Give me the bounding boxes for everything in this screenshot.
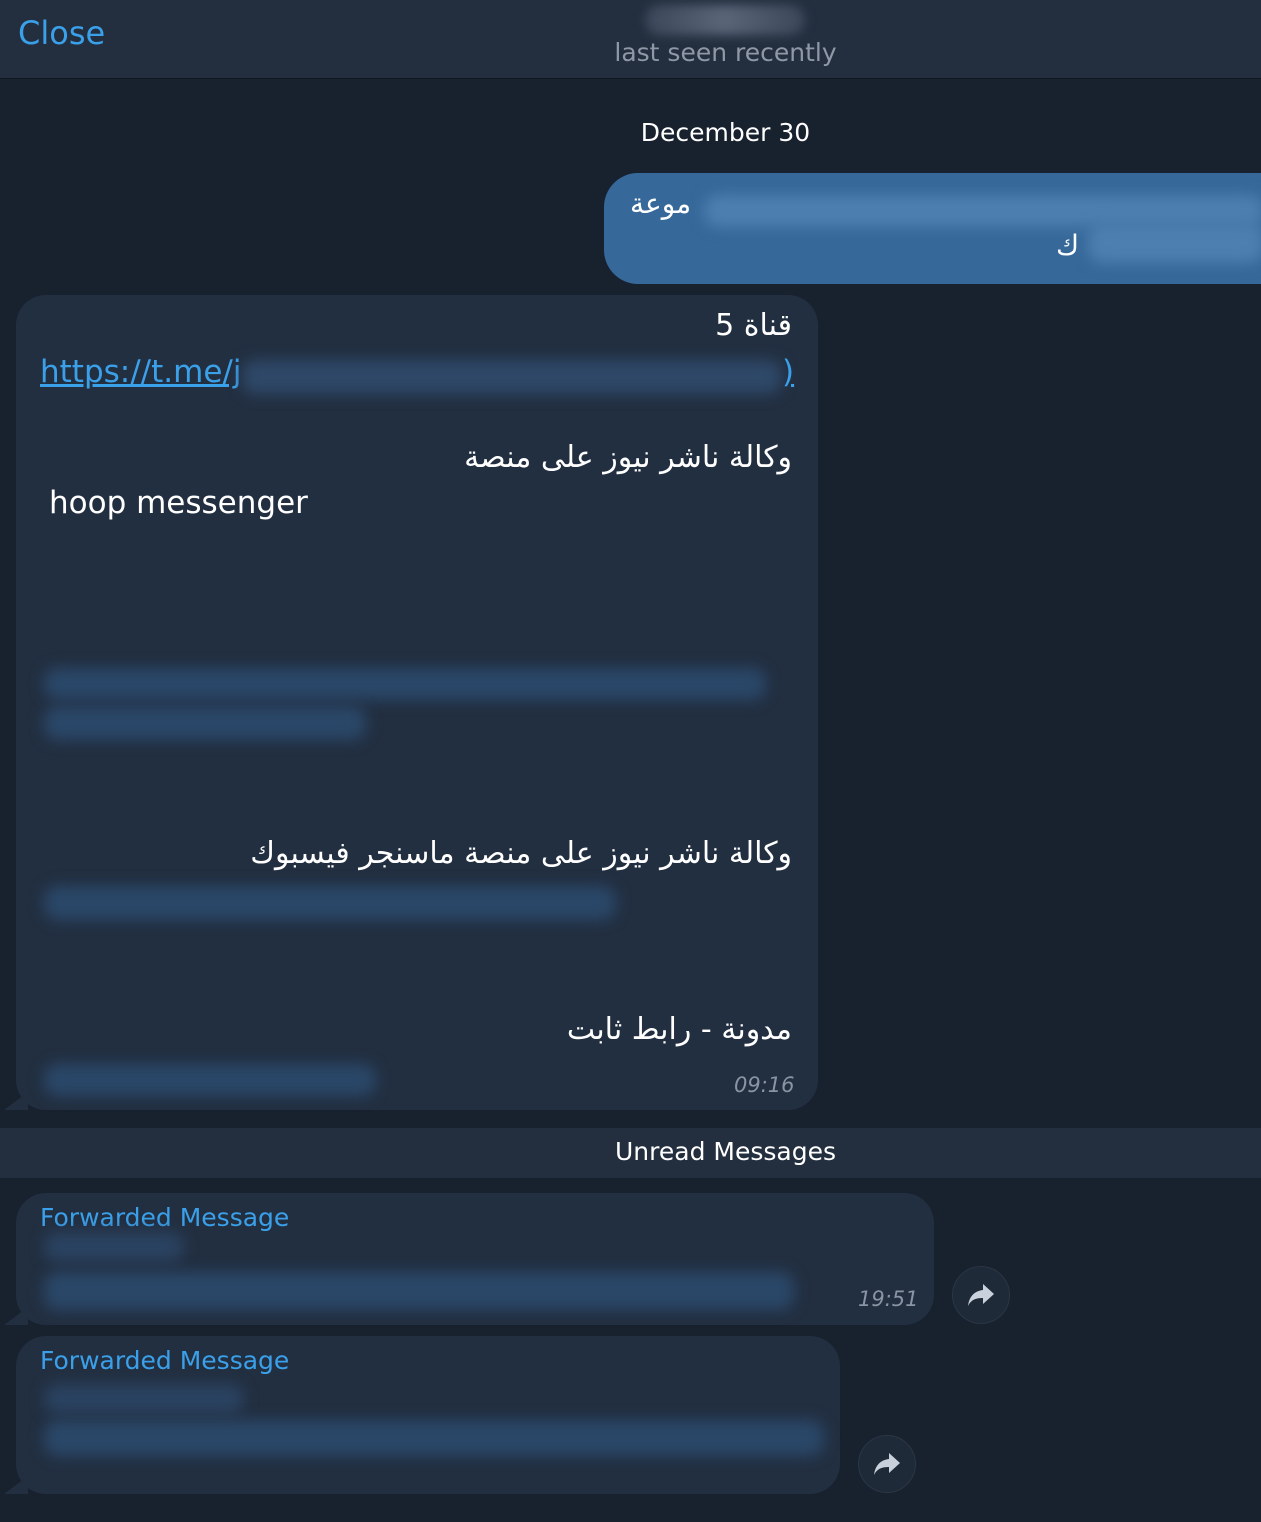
channel-title: قناة 5 <box>715 308 792 343</box>
message-time: 19:51 <box>858 1287 919 1311</box>
share-button[interactable] <box>858 1435 916 1493</box>
message-line: hoop messenger <box>49 485 308 521</box>
message-time: 09:16 <box>734 1073 795 1097</box>
outgoing-message-text: موعة <box>630 187 692 220</box>
redacted-text <box>44 1272 794 1310</box>
channel-link-end[interactable]: ) <box>782 354 794 390</box>
message-line: وكالة ناشر نيوز على منصة <box>464 440 792 475</box>
unread-label: Unread Messages <box>615 1137 836 1166</box>
forwarded-label[interactable]: Forwarded Message <box>40 1203 289 1232</box>
contact-name-redacted[interactable] <box>645 5 805 35</box>
redacted-link <box>44 706 366 740</box>
contact-status: last seen recently <box>614 38 837 67</box>
redacted-text <box>44 1420 824 1456</box>
incoming-message-bubble[interactable] <box>16 295 818 1110</box>
redacted-text <box>44 1384 244 1414</box>
outgoing-message-bubble[interactable]: موعة ك <box>604 173 1261 284</box>
date-separator: December 30 <box>640 118 811 147</box>
forward-arrow-icon <box>874 1453 900 1475</box>
forwarded-label[interactable]: Forwarded Message <box>40 1346 289 1375</box>
channel-link[interactable]: https://t.me/j <box>40 354 241 390</box>
redacted-text <box>1088 223 1261 263</box>
forward-arrow-icon <box>968 1284 994 1306</box>
redacted-link <box>44 1064 376 1096</box>
redacted-text <box>44 1232 184 1262</box>
redacted-link <box>242 360 782 394</box>
message-line: مدونة - رابط ثابت <box>566 1012 792 1047</box>
outgoing-message-text: ك <box>1056 229 1080 262</box>
redacted-link <box>44 886 616 920</box>
share-button[interactable] <box>952 1266 1010 1324</box>
redacted-link <box>44 668 766 700</box>
message-line: وكالة ناشر نيوز على منصة ماسنجر فيسبوك <box>250 836 792 871</box>
